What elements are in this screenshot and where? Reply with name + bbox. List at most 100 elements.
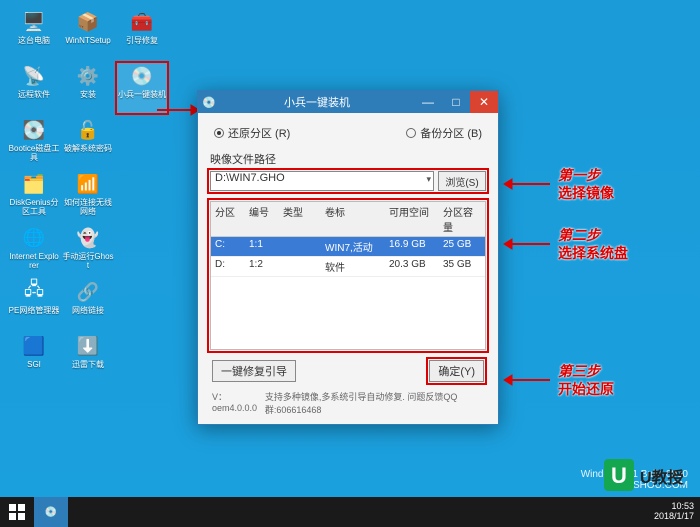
diskgenius-icon: 🗂️ [19, 170, 49, 198]
sgi-icon: 🟦 [19, 332, 49, 360]
desktop-icon-blank2 [116, 170, 168, 222]
start-button[interactable] [0, 497, 34, 527]
icon-label: 小兵一键装机 [118, 90, 166, 100]
repair-boot-button[interactable]: 一键修复引导 [212, 360, 296, 382]
bootice-icon: 💽 [19, 116, 49, 144]
arrow-step1 [502, 176, 552, 192]
wifi-connect-icon: 📶 [73, 170, 103, 198]
u-professor-logo: U U教授 [604, 453, 694, 497]
table-row[interactable]: D:1:2软件20.3 GB35 GB [211, 257, 485, 277]
windows-icon [9, 504, 25, 520]
install-icon: ⚙️ [73, 62, 103, 90]
desktop-icon-ie[interactable]: 🌐Internet Explorer [8, 224, 60, 276]
desktop-icon-blank5 [116, 332, 168, 384]
image-path-input[interactable]: D:\WIN7.GHO ▾ [210, 171, 434, 191]
browse-button[interactable]: 浏览(S) [438, 171, 486, 191]
taskbar-app-installer[interactable]: 💿 [34, 497, 68, 527]
col-number: 编号 [245, 202, 279, 236]
icon-label: DiskGenius分区工具 [8, 198, 60, 217]
desktop-icon-this-pc[interactable]: 🖥️这台电脑 [8, 8, 60, 60]
desktop-icon-install[interactable]: ⚙️安装 [62, 62, 114, 114]
dropdown-icon[interactable]: ▾ [426, 174, 431, 185]
remote-software-icon: 📡 [19, 62, 49, 90]
taskbar-clock[interactable]: 10:53 2018/1/17 [648, 502, 700, 522]
image-path-row: D:\WIN7.GHO ▾ 浏览(S) [210, 171, 486, 191]
icon-label: 迅雷下载 [72, 360, 104, 370]
pe-net-icon: 🖧 [19, 278, 49, 306]
manual-ghost-icon: 👻 [73, 224, 103, 252]
step1-label: 第一步选择镜像 [558, 166, 614, 202]
maximize-button[interactable]: □ [442, 91, 470, 113]
icon-label: 引导修复 [126, 36, 158, 46]
icon-label: 远程软件 [18, 90, 50, 100]
xunlei-icon: ⬇️ [73, 332, 103, 360]
icon-label: SGI [27, 360, 41, 370]
ie-icon: 🌐 [19, 224, 49, 252]
icon-label: 如何连接无线网络 [62, 198, 114, 217]
restore-radio-label: 还原分区 (R) [228, 125, 290, 141]
backup-radio[interactable]: 备份分区 (B) [406, 125, 482, 141]
arrow-step2 [502, 236, 552, 252]
desktop-icon-xunlei[interactable]: ⬇️迅雷下载 [62, 332, 114, 384]
desktop-icon-blank1 [116, 116, 168, 168]
installer-window: 💿 小兵一键装机 — □ ✕ 还原分区 (R) 备份分区 (B) 映像文件路径 [197, 90, 499, 425]
desktop-icon-pe-net[interactable]: 🖧PE网络管理器 [8, 278, 60, 330]
desktop-background: 🖥️这台电脑📦WinNTSetup🧰引导修复📡远程软件⚙️安装💿小兵一键装机💽B… [0, 0, 700, 527]
table-header: 分区 编号 类型 卷标 可用空间 分区容量 [211, 202, 485, 237]
desktop-icon-winntsetup[interactable]: 📦WinNTSetup [62, 8, 114, 60]
col-type: 类型 [279, 202, 321, 236]
step3-label: 第三步开始还原 [558, 362, 614, 398]
table-row[interactable]: C:1:1WIN7,活动16.9 GB25 GB [211, 237, 485, 257]
desktop-icon-sgi[interactable]: 🟦SGI [8, 332, 60, 384]
window-title: 小兵一键装机 [220, 94, 414, 110]
desktop-icon-manual-ghost[interactable]: 👻手动运行Ghost [62, 224, 114, 276]
backup-radio-label: 备份分区 (B) [420, 125, 482, 141]
col-partition: 分区 [211, 202, 245, 236]
desktop-icon-remote-software[interactable]: 📡远程软件 [8, 62, 60, 114]
col-free: 可用空间 [385, 202, 439, 236]
net-link-icon: 🔗 [73, 278, 103, 306]
desktop-icon-net-link[interactable]: 🔗网络链接 [62, 278, 114, 330]
crack-pwd-icon: 🔓 [73, 116, 103, 144]
close-button[interactable]: ✕ [470, 91, 498, 113]
step2-label: 第二步选择系统盘 [558, 226, 628, 262]
col-volume: 卷标 [321, 202, 385, 236]
icon-label: 网络链接 [72, 306, 104, 316]
desktop-icon-blank3 [116, 224, 168, 276]
icon-label: 安装 [80, 90, 96, 100]
taskbar[interactable]: 💿 10:53 2018/1/17 [0, 497, 700, 527]
icon-label: WinNTSetup [65, 36, 110, 46]
window-titlebar[interactable]: 💿 小兵一键装机 — □ ✕ [198, 91, 498, 113]
image-path-value: D:\WIN7.GHO [215, 172, 285, 184]
support-label: 支持多种镜像,多系统引导自动修复. 问题反馈QQ群:606616468 [265, 390, 484, 416]
radio-unselected-icon [406, 128, 416, 138]
app-icon: 💿 [198, 96, 220, 109]
col-cap: 分区容量 [439, 202, 485, 236]
window-body: 还原分区 (R) 备份分区 (B) 映像文件路径 D:\WIN7.GHO ▾ 浏… [198, 113, 498, 424]
arrow-step3 [502, 372, 552, 388]
desktop-icon-bootice[interactable]: 💽Bootice磁盘工具 [8, 116, 60, 168]
desktop-icon-diskgenius[interactable]: 🗂️DiskGenius分区工具 [8, 170, 60, 222]
restore-radio[interactable]: 还原分区 (R) [214, 125, 290, 141]
svg-text:U: U [611, 463, 627, 488]
desktop-icon-wifi-connect[interactable]: 📶如何连接无线网络 [62, 170, 114, 222]
icon-label: 手动运行Ghost [62, 252, 114, 271]
desktop-icon-crack-pwd[interactable]: 🔓破解系统密码 [62, 116, 114, 168]
desktop-icon-grid: 🖥️这台电脑📦WinNTSetup🧰引导修复📡远程软件⚙️安装💿小兵一键装机💽B… [8, 8, 168, 384]
icon-label: 这台电脑 [18, 36, 50, 46]
ok-button[interactable]: 确定(Y) [429, 360, 484, 382]
minimize-button[interactable]: — [414, 91, 442, 113]
partition-table: 分区 编号 类型 卷标 可用空间 分区容量 C:1:1WIN7,活动16.9 G… [210, 201, 486, 350]
this-pc-icon: 🖥️ [19, 8, 49, 36]
arrow-icon-to-window [155, 100, 199, 120]
icon-label: 破解系统密码 [64, 144, 112, 154]
desktop-icon-blank4 [116, 278, 168, 330]
version-label: V：oem4.0.0.0 [212, 390, 265, 416]
winntsetup-icon: 📦 [73, 8, 103, 36]
desktop-icon-boot-repair[interactable]: 🧰引导修复 [116, 8, 168, 60]
radio-selected-icon [214, 128, 224, 138]
image-path-label: 映像文件路径 [210, 151, 486, 167]
boot-repair-icon: 🧰 [127, 8, 157, 36]
icon-label: Internet Explorer [8, 252, 60, 271]
icon-label: Bootice磁盘工具 [8, 144, 60, 163]
